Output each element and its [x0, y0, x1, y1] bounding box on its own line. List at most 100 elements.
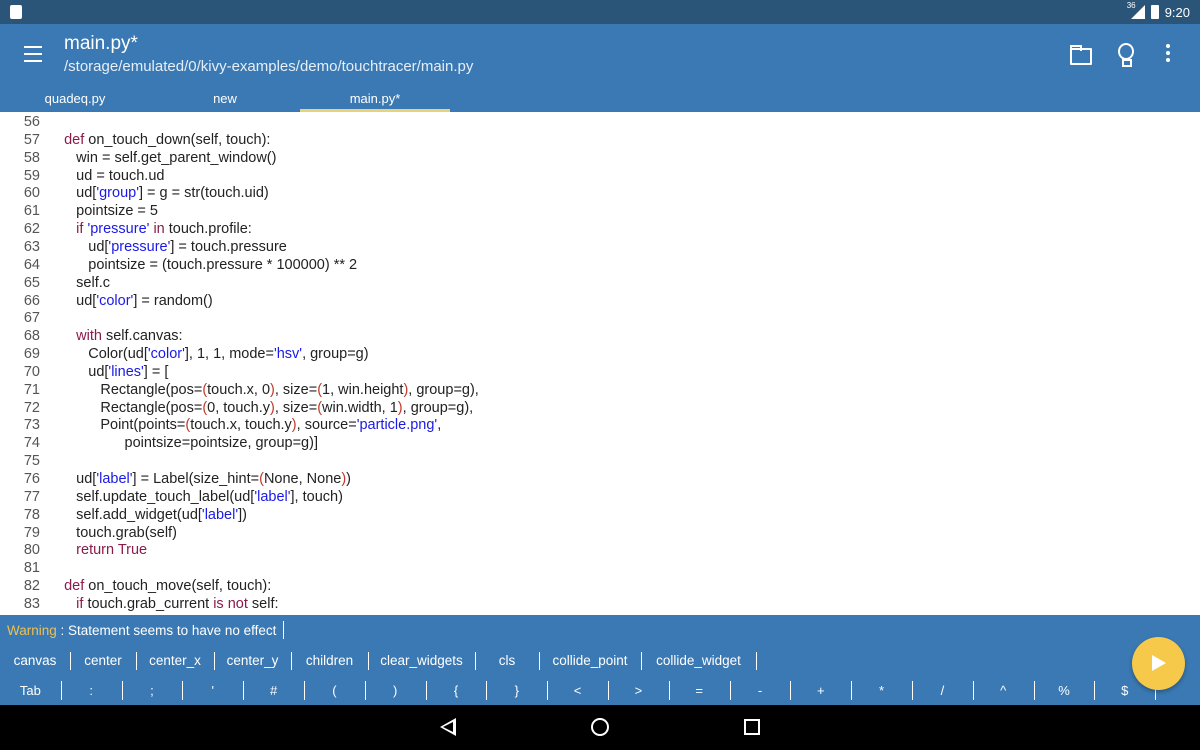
symbol-key[interactable]: - — [730, 676, 791, 705]
code-editor[interactable]: 56 57 def on_touch_down(self, touch): 58 … — [0, 112, 1200, 615]
code-line[interactable]: 69 Color(ud['color'], 1, 1, mode='hsv', … — [0, 345, 1200, 363]
tab-main[interactable]: main.py* — [300, 88, 450, 112]
suggestion-item[interactable]: children — [291, 646, 368, 676]
code-text[interactable]: self.update_touch_label(ud['label'], tou… — [52, 488, 343, 506]
code-line[interactable]: 60 ud['group'] = g = str(touch.uid) — [0, 184, 1200, 202]
code-line[interactable]: 71 Rectangle(pos=(touch.x, 0), size=(1, … — [0, 381, 1200, 399]
code-line[interactable]: 66 ud['color'] = random() — [0, 292, 1200, 310]
code-line[interactable]: 79 touch.grab(self) — [0, 524, 1200, 542]
back-icon[interactable] — [440, 718, 456, 736]
suggestion-item[interactable]: canvas — [0, 646, 70, 676]
suggestion-item[interactable]: collide_point — [539, 646, 641, 676]
suggestion-item[interactable]: cls — [475, 646, 539, 676]
code-text[interactable]: ud['label'] = Label(size_hint=(None, Non… — [52, 470, 351, 488]
code-text[interactable] — [52, 559, 64, 577]
code-line[interactable]: 59 ud = touch.ud — [0, 167, 1200, 185]
code-text[interactable]: def on_touch_down(self, touch): — [52, 131, 270, 149]
symbol-key[interactable]: + — [790, 676, 851, 705]
symbol-key[interactable]: : — [61, 676, 122, 705]
symbol-key[interactable]: * — [851, 676, 912, 705]
code-text[interactable]: ud['lines'] = [ — [52, 363, 168, 381]
suggestion-item[interactable]: center_x — [136, 646, 214, 676]
more-vert-icon[interactable] — [1165, 42, 1191, 68]
code-text[interactable]: pointsize=pointsize, group=g)] — [52, 434, 318, 452]
code-text[interactable]: win = self.get_parent_window() — [52, 149, 276, 167]
code-line[interactable]: 75 — [0, 452, 1200, 470]
code-text[interactable]: Rectangle(pos=(0, touch.y), size=(win.wi… — [52, 399, 473, 417]
code-text[interactable]: self.c — [52, 274, 110, 292]
code-line[interactable]: 64 pointsize = (touch.pressure * 100000)… — [0, 256, 1200, 274]
code-text[interactable] — [52, 452, 64, 470]
suggestion-item[interactable]: collide_widget — [641, 646, 756, 676]
folder-icon[interactable] — [1068, 42, 1094, 68]
symbol-key[interactable]: ' — [182, 676, 243, 705]
home-icon[interactable] — [591, 718, 609, 736]
tab-quadeq[interactable]: quadeq.py — [0, 88, 150, 112]
code-line[interactable]: 70 ud['lines'] = [ — [0, 363, 1200, 381]
code-line[interactable]: 77 self.update_touch_label(ud['label'], … — [0, 488, 1200, 506]
code-line[interactable]: 81 — [0, 559, 1200, 577]
code-line[interactable]: 56 — [0, 113, 1200, 131]
lightbulb-icon[interactable] — [1114, 42, 1140, 68]
symbol-key[interactable]: { — [426, 676, 487, 705]
code-text[interactable] — [52, 113, 64, 131]
symbol-key[interactable]: % — [1034, 676, 1095, 705]
run-button[interactable] — [1132, 637, 1185, 690]
tab-new[interactable]: new — [150, 88, 300, 112]
code-text[interactable]: with self.canvas: — [52, 327, 182, 345]
code-text[interactable]: if touch.grab_current is not self: — [52, 595, 278, 613]
code-text[interactable]: self.add_widget(ud['label']) — [52, 506, 247, 524]
code-line[interactable]: 74 pointsize=pointsize, group=g)] — [0, 434, 1200, 452]
symbol-key[interactable]: < — [547, 676, 608, 705]
code-line[interactable]: 65 self.c — [0, 274, 1200, 292]
code-text[interactable]: pointsize = (touch.pressure * 100000) **… — [52, 256, 357, 274]
code-line[interactable]: 73 Point(points=(touch.x, touch.y), sour… — [0, 416, 1200, 434]
code-text[interactable]: Point(points=(touch.x, touch.y), source=… — [52, 416, 441, 434]
code-text[interactable]: ud['group'] = g = str(touch.uid) — [52, 184, 269, 202]
symbol-key[interactable]: > — [608, 676, 669, 705]
code-line[interactable]: 80 return True — [0, 541, 1200, 559]
code-text[interactable]: ud = touch.ud — [52, 167, 164, 185]
symbol-key[interactable]: ; — [122, 676, 183, 705]
code-text[interactable]: touch.grab(self) — [52, 524, 177, 542]
code-text[interactable]: ud['color'] = random() — [52, 292, 213, 310]
symbol-key[interactable]: # — [243, 676, 304, 705]
symbol-key-bar: Tab:; ' #(){} < > = - + * / ^% $ — [0, 676, 1200, 705]
code-text[interactable]: def on_touch_move(self, touch): — [52, 577, 271, 595]
recents-icon[interactable] — [744, 719, 760, 735]
code-line[interactable]: 61 pointsize = 5 — [0, 202, 1200, 220]
symbol-key[interactable]: } — [486, 676, 547, 705]
code-text[interactable] — [52, 309, 64, 327]
suggestion-item[interactable]: center — [70, 646, 136, 676]
code-line[interactable]: 67 — [0, 309, 1200, 327]
symbol-key[interactable]: / — [912, 676, 973, 705]
code-text[interactable]: Color(ud['color'], 1, 1, mode='hsv', gro… — [52, 345, 368, 363]
code-line[interactable]: 68 with self.canvas: — [0, 327, 1200, 345]
code-text[interactable]: Rectangle(pos=(touch.x, 0), size=(1, win… — [52, 381, 479, 399]
code-text[interactable]: if 'pressure' in touch.profile: — [52, 220, 252, 238]
line-number: 78 — [23, 506, 40, 523]
code-text[interactable]: ud['pressure'] = touch.pressure — [52, 238, 287, 256]
code-line[interactable]: 78 self.add_widget(ud['label']) — [0, 506, 1200, 524]
status-bar: 36 9:20 — [0, 0, 1200, 24]
code-text[interactable]: return True — [52, 541, 147, 559]
code-line[interactable]: 72 Rectangle(pos=(0, touch.y), size=(win… — [0, 399, 1200, 417]
symbol-key[interactable]: Tab — [0, 676, 61, 705]
code-line[interactable]: 63 ud['pressure'] = touch.pressure — [0, 238, 1200, 256]
code-line[interactable]: 57 def on_touch_down(self, touch): — [0, 131, 1200, 149]
line-number: 61 — [23, 203, 40, 220]
symbol-key[interactable]: ( — [304, 676, 365, 705]
line-number: 81 — [23, 560, 40, 577]
code-text[interactable]: pointsize = 5 — [52, 202, 158, 220]
menu-icon[interactable] — [24, 46, 42, 62]
suggestion-item[interactable]: center_y — [214, 646, 291, 676]
suggestion-item[interactable]: clear_widgets — [368, 646, 475, 676]
code-line[interactable]: 76 ud['label'] = Label(size_hint=(None, … — [0, 470, 1200, 488]
symbol-key[interactable]: ^ — [973, 676, 1034, 705]
code-line[interactable]: 62 if 'pressure' in touch.profile: — [0, 220, 1200, 238]
symbol-key[interactable]: = — [669, 676, 730, 705]
code-line[interactable]: 58 win = self.get_parent_window() — [0, 149, 1200, 167]
code-line[interactable]: 82 def on_touch_move(self, touch): — [0, 577, 1200, 595]
code-line[interactable]: 83 if touch.grab_current is not self: — [0, 595, 1200, 613]
symbol-key[interactable]: ) — [365, 676, 426, 705]
